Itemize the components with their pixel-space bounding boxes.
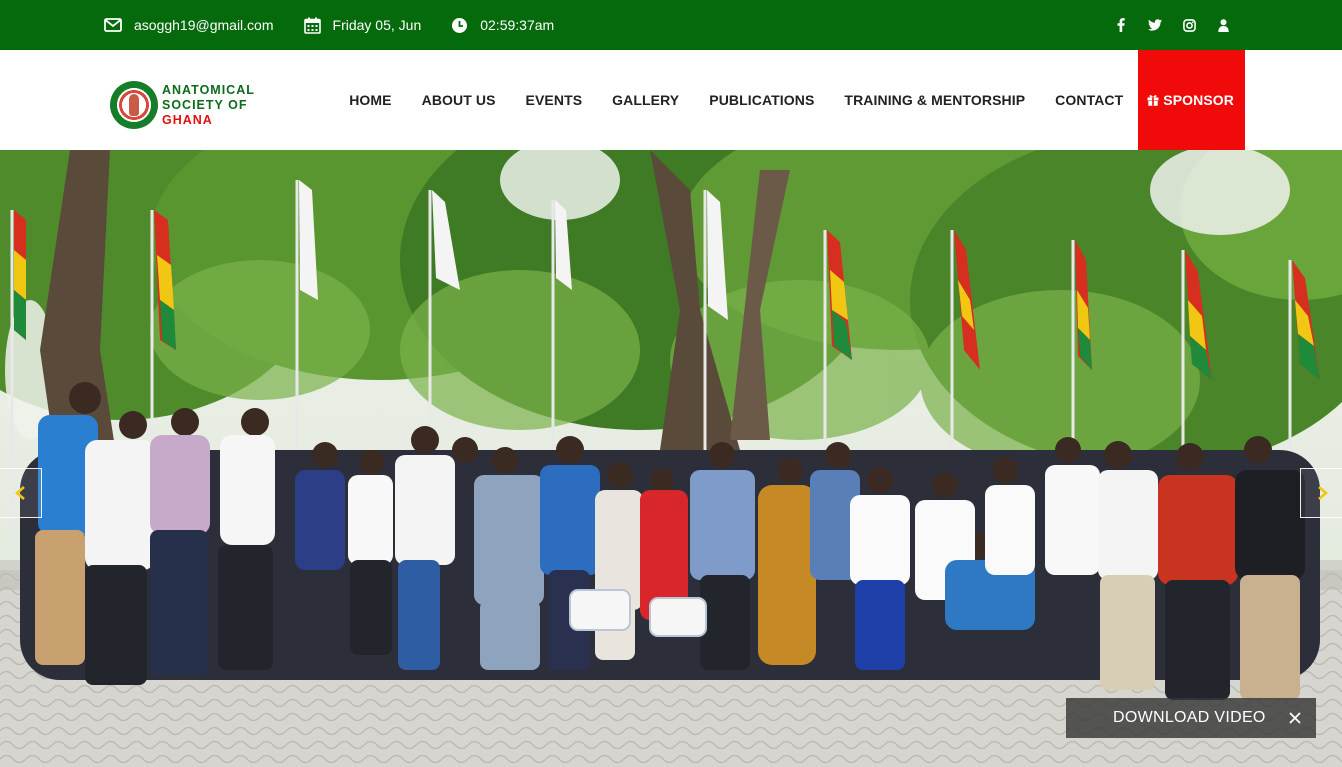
nav-home[interactable]: HOME bbox=[334, 50, 406, 150]
logo-line-1: ANATOMICAL bbox=[162, 82, 255, 97]
nav-events[interactable]: EVENTS bbox=[511, 50, 598, 150]
nav-about-us[interactable]: ABOUT US bbox=[407, 50, 511, 150]
email-text[interactable]: asoggh19@gmail.com bbox=[134, 17, 274, 33]
user-icon[interactable] bbox=[1206, 18, 1240, 32]
facebook-icon[interactable] bbox=[1104, 18, 1138, 32]
clock-icon bbox=[452, 17, 468, 33]
nav-publications[interactable]: PUBLICATIONS bbox=[694, 50, 829, 150]
top-info-bar: asoggh19@gmail.com Friday 05, Jun 02:59:… bbox=[0, 0, 1342, 50]
calendar-icon bbox=[303, 17, 321, 34]
email-item[interactable]: asoggh19@gmail.com bbox=[104, 17, 274, 33]
instagram-icon[interactable] bbox=[1172, 18, 1206, 32]
nav-training-mentorship[interactable]: TRAINING & MENTORSHIP bbox=[829, 50, 1040, 150]
download-video-bar: DOWNLOAD VIDEO bbox=[1066, 698, 1316, 738]
logo-text: ANATOMICAL SOCIETY OF GHANA bbox=[162, 83, 255, 128]
social-links bbox=[1104, 0, 1240, 50]
hero-slider: DOWNLOAD VIDEO bbox=[0, 150, 1342, 767]
download-video-button[interactable]: DOWNLOAD VIDEO bbox=[1113, 709, 1266, 727]
site-logo[interactable]: ANATOMICAL SOCIETY OF GHANA bbox=[110, 81, 255, 129]
logo-line-3: GHANA bbox=[162, 112, 213, 127]
time-item: 02:59:37am bbox=[451, 17, 554, 34]
twitter-icon[interactable] bbox=[1138, 19, 1172, 31]
chevron-left-icon bbox=[14, 486, 25, 500]
sponsor-label[interactable]: SPONSOR bbox=[1163, 92, 1234, 108]
date-item: Friday 05, Jun bbox=[303, 17, 422, 34]
nav-contact[interactable]: CONTACT bbox=[1040, 50, 1138, 150]
slider-prev-button[interactable] bbox=[0, 468, 42, 518]
date-text: Friday 05, Jun bbox=[332, 17, 422, 33]
main-nav: HOME ABOUT US EVENTS GALLERY PUBLICATION… bbox=[334, 50, 1245, 150]
time-text: 02:59:37am bbox=[480, 17, 555, 33]
envelope-icon bbox=[104, 18, 122, 32]
site-header: ANATOMICAL SOCIETY OF GHANA HOME ABOUT U… bbox=[0, 50, 1342, 150]
gift-icon bbox=[1147, 95, 1159, 106]
logo-line-2: SOCIETY OF bbox=[162, 97, 248, 112]
close-icon[interactable] bbox=[1284, 707, 1306, 729]
slider-next-button[interactable] bbox=[1300, 468, 1342, 518]
society-seal-icon bbox=[110, 81, 158, 129]
sponsor-button[interactable]: SPONSOR bbox=[1138, 50, 1245, 150]
chevron-right-icon bbox=[1317, 486, 1328, 500]
group-photo bbox=[0, 150, 1342, 767]
nav-gallery[interactable]: GALLERY bbox=[597, 50, 694, 150]
contact-info: asoggh19@gmail.com Friday 05, Jun 02:59:… bbox=[104, 0, 584, 50]
